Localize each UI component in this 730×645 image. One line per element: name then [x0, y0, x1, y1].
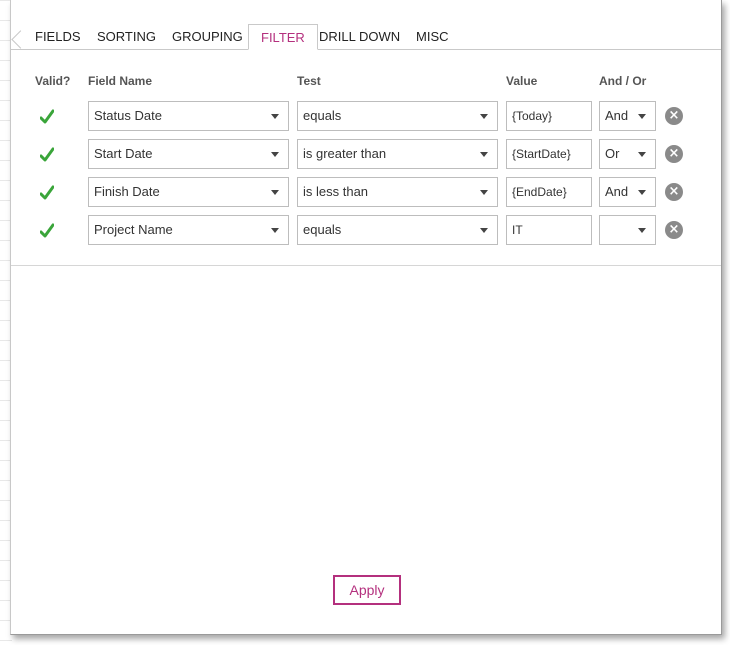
- chevron-down-icon: [480, 114, 488, 119]
- test-select[interactable]: equals: [297, 101, 498, 131]
- tab-sorting[interactable]: SORTING: [85, 24, 168, 49]
- and-or-select[interactable]: And: [599, 101, 656, 131]
- field-name-select[interactable]: Finish Date: [88, 177, 289, 207]
- apply-button[interactable]: Apply: [333, 575, 401, 605]
- and-or-select[interactable]: [599, 215, 656, 245]
- check-icon: [40, 223, 54, 238]
- divider: [11, 265, 721, 266]
- chevron-down-icon: [638, 114, 646, 119]
- tab-grouping[interactable]: GROUPING: [160, 24, 255, 49]
- field-name-value: Project Name: [94, 222, 173, 237]
- check-icon: [40, 147, 54, 162]
- filter-panel: FIELDS SORTING GROUPING FILTER DRILL DOW…: [10, 0, 722, 635]
- close-circle-icon[interactable]: ×: [665, 221, 683, 239]
- header-field-name: Field Name: [88, 74, 153, 88]
- test-select[interactable]: is less than: [297, 177, 498, 207]
- test-value: is greater than: [303, 146, 387, 161]
- and-or-value: Or: [605, 146, 620, 161]
- and-or-value: And: [605, 108, 629, 123]
- close-circle-icon[interactable]: ×: [665, 183, 683, 201]
- test-select[interactable]: equals: [297, 215, 498, 245]
- field-name-select[interactable]: Project Name: [88, 215, 289, 245]
- tab-bar: FIELDS SORTING GROUPING FILTER DRILL DOW…: [11, 24, 721, 50]
- close-circle-icon[interactable]: ×: [665, 107, 683, 125]
- check-icon: [40, 109, 54, 124]
- header-and-or: And / Or: [599, 74, 647, 88]
- field-name-select[interactable]: Start Date: [88, 139, 289, 169]
- test-value: equals: [303, 108, 342, 123]
- filter-row: Project Name equals IT ×: [11, 215, 721, 247]
- test-select[interactable]: is greater than: [297, 139, 498, 169]
- chevron-down-icon: [638, 152, 646, 157]
- and-or-select[interactable]: And: [599, 177, 656, 207]
- and-or-select[interactable]: Or: [599, 139, 656, 169]
- chevron-down-icon: [638, 228, 646, 233]
- value-input[interactable]: {StartDate}: [506, 139, 592, 169]
- field-name-value: Status Date: [94, 108, 162, 123]
- chevron-down-icon: [271, 152, 279, 157]
- tab-fields[interactable]: FIELDS: [23, 24, 93, 49]
- value-input[interactable]: IT: [506, 215, 592, 245]
- chevron-down-icon: [271, 190, 279, 195]
- tab-misc[interactable]: MISC: [404, 24, 461, 49]
- value-input[interactable]: {EndDate}: [506, 177, 592, 207]
- field-name-value: Start Date: [94, 146, 153, 161]
- chevron-down-icon: [480, 190, 488, 195]
- filter-row: Status Date equals {Today} And ×: [11, 101, 721, 133]
- header-value: Value: [506, 74, 538, 88]
- test-value: is less than: [303, 184, 369, 199]
- header-test: Test: [297, 74, 321, 88]
- header-valid: Valid?: [35, 74, 71, 88]
- field-name-value: Finish Date: [94, 184, 160, 199]
- chevron-down-icon: [638, 190, 646, 195]
- tab-drill-down[interactable]: DRILL DOWN: [307, 24, 412, 49]
- chevron-down-icon: [480, 228, 488, 233]
- test-value: equals: [303, 222, 342, 237]
- filter-row: Finish Date is less than {EndDate} And ×: [11, 177, 721, 209]
- and-or-value: And: [605, 184, 629, 199]
- filter-row: Start Date is greater than {StartDate} O…: [11, 139, 721, 171]
- check-icon: [40, 185, 54, 200]
- chevron-down-icon: [271, 228, 279, 233]
- value-input[interactable]: {Today}: [506, 101, 592, 131]
- chevron-down-icon: [271, 114, 279, 119]
- close-circle-icon[interactable]: ×: [665, 145, 683, 163]
- chevron-down-icon: [480, 152, 488, 157]
- field-name-select[interactable]: Status Date: [88, 101, 289, 131]
